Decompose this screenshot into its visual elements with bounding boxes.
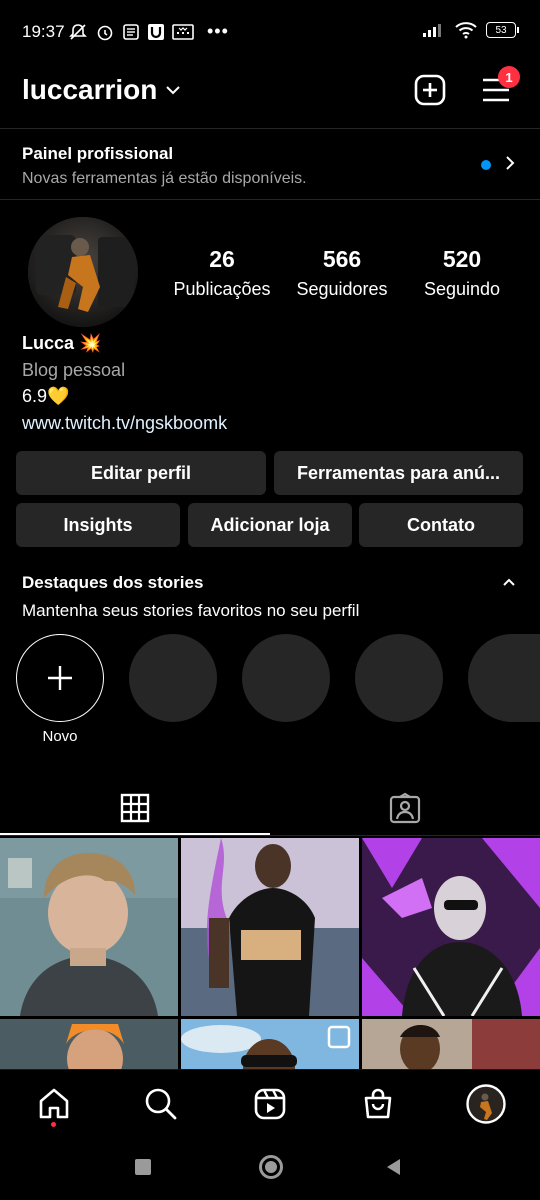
insights-button[interactable]: Insights [16, 503, 180, 547]
stat-label: Publicações [173, 279, 271, 299]
stat-following[interactable]: 520 Seguindo [403, 246, 521, 300]
post-thumbnail[interactable] [181, 838, 359, 1016]
signal-icon [423, 24, 441, 37]
pro-panel-subtitle: Novas ferramentas já estão disponíveis. [22, 170, 307, 187]
highlight-placeholder [355, 634, 443, 722]
status-icons-right: 53 [422, 21, 519, 39]
post-thumbnail[interactable] [0, 838, 178, 1016]
professional-dashboard[interactable]: Painel profissional Novas ferramentas já… [0, 130, 540, 198]
username: luccarrion [22, 74, 158, 105]
mute-bell-icon [69, 23, 87, 40]
stat-label: Seguidores [296, 279, 388, 299]
highlights-title: Destaques dos stories [22, 573, 204, 592]
system-navigation [0, 1137, 540, 1200]
u-app-icon [148, 23, 164, 40]
shop-icon [364, 1088, 392, 1119]
nav-reels[interactable] [250, 1084, 290, 1124]
profile-header: luccarrion 1 [0, 64, 540, 128]
divider [0, 835, 540, 836]
bottom-navigation [0, 1069, 540, 1137]
home-activity-dot [51, 1122, 56, 1127]
more-notifications-icon: ••• [207, 21, 229, 41]
post-image [181, 838, 359, 1016]
grid-icon [120, 793, 150, 823]
nav-shop[interactable] [358, 1084, 398, 1124]
nav-home[interactable] [34, 1084, 74, 1124]
profile-avatar[interactable] [28, 217, 138, 327]
nav-search[interactable] [141, 1084, 181, 1124]
post-image [0, 1019, 178, 1069]
post-thumbnail[interactable] [0, 1019, 178, 1069]
stat-value: 26 [209, 246, 235, 272]
stat-value: 566 [322, 246, 362, 272]
profile-link[interactable]: www.twitch.tv/ngskboomk [22, 413, 227, 434]
account-switcher[interactable]: luccarrion [22, 74, 181, 106]
profile-tabs [0, 780, 540, 836]
plus-icon [48, 666, 72, 690]
reels-icon [254, 1088, 286, 1120]
profile-bio: 6.9💛 [22, 386, 70, 406]
chevron-down-icon [166, 86, 181, 95]
create-button[interactable] [412, 72, 448, 108]
alarm-icon [97, 25, 113, 40]
edit-profile-button[interactable]: Editar perfil [16, 451, 266, 495]
post-thumbnail[interactable] [362, 1019, 540, 1069]
wifi-icon [455, 22, 477, 39]
keyboard-icon [172, 23, 194, 40]
new-highlight-label: Novo [42, 728, 78, 745]
ad-tools-button[interactable]: Ferramentas para anú... [274, 451, 523, 495]
chevron-up-icon[interactable] [502, 577, 516, 587]
recents-button[interactable] [135, 1159, 151, 1175]
post-image [362, 838, 540, 1016]
tab-tagged[interactable] [270, 780, 540, 836]
stat-posts[interactable]: 26 Publicações [163, 246, 281, 300]
posts-grid [0, 838, 540, 1069]
stat-followers[interactable]: 566 Seguidores [283, 246, 401, 300]
highlights-subtitle: Mantenha seus stories favoritos no seu p… [22, 601, 360, 620]
home-button[interactable] [259, 1155, 283, 1179]
divider [0, 199, 540, 200]
notification-count: 1 [505, 69, 513, 85]
nav-profile[interactable] [466, 1084, 506, 1124]
tab-posts-grid[interactable] [0, 780, 270, 836]
new-highlight-button[interactable] [16, 634, 104, 722]
battery-icon: 53 [486, 22, 519, 38]
home-icon [39, 1088, 69, 1119]
search-icon [145, 1088, 177, 1120]
tagged-person-icon [389, 792, 421, 824]
post-thumbnail[interactable] [362, 838, 540, 1016]
avatar-photo [28, 217, 138, 327]
news-icon [123, 23, 139, 40]
divider [0, 128, 540, 129]
battery-level: 53 [495, 24, 507, 36]
menu-button[interactable]: 1 [478, 66, 520, 108]
status-bar: 19:37 ••• 53 [0, 0, 540, 64]
contact-button[interactable]: Contato [359, 503, 523, 547]
highlight-placeholder [242, 634, 330, 722]
stat-value: 520 [442, 246, 482, 272]
profile-category: Blog pessoal [22, 360, 126, 380]
profile-name: Lucca 💥 [22, 333, 102, 353]
status-time: 19:37 [22, 22, 65, 41]
pro-panel-title: Painel profissional [22, 144, 174, 163]
notification-badge: 1 [498, 66, 520, 88]
post-thumbnail[interactable] [181, 1019, 359, 1069]
post-image [362, 1019, 540, 1069]
profile-avatar [466, 1084, 506, 1124]
post-image [181, 1019, 359, 1069]
back-icon[interactable] [384, 1157, 402, 1177]
new-dot-indicator [481, 160, 491, 170]
stat-label: Seguindo [423, 279, 501, 299]
plus-square-icon [414, 74, 446, 106]
status-icons-left: ••• [68, 21, 229, 42]
chevron-right-icon [506, 156, 515, 170]
highlight-placeholder [129, 634, 217, 722]
highlight-placeholder [468, 634, 540, 722]
post-image [0, 838, 178, 1016]
add-shop-button[interactable]: Adicionar loja [188, 503, 352, 547]
